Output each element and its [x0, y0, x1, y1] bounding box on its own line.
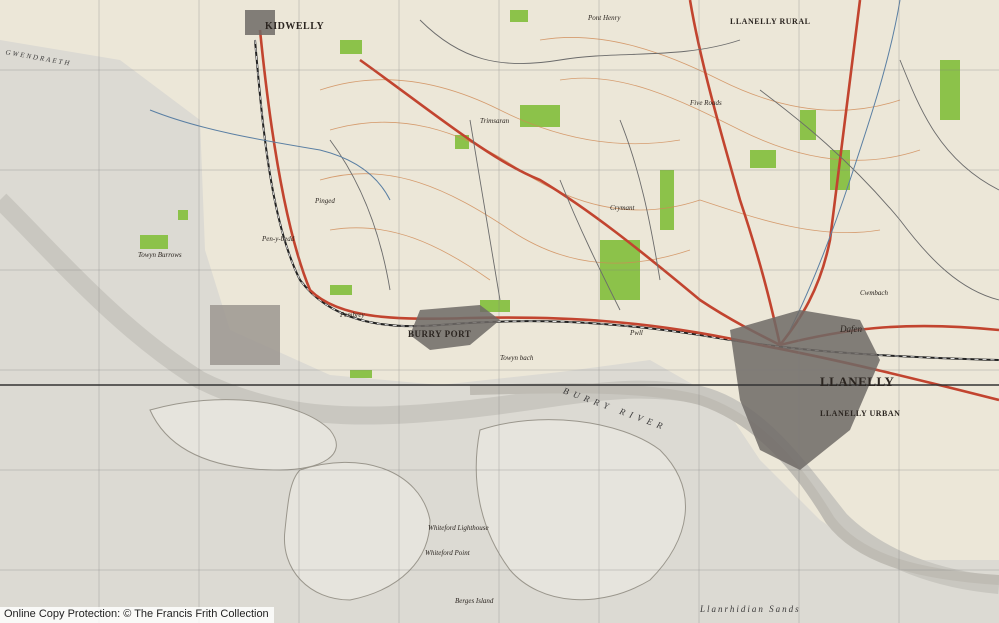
place-label: Five Roads — [690, 99, 722, 107]
place-label: LLANELLY RURAL — [730, 17, 811, 26]
place-label: KIDWELLY — [265, 21, 325, 32]
copyright-footer: Online Copy Protection: © The Francis Fr… — [0, 607, 274, 623]
place-label: Pembrey — [340, 311, 365, 319]
place-label: Pont Henry — [588, 14, 621, 22]
place-label: BURRY PORT — [408, 329, 472, 339]
water-label: Towyn bach — [500, 354, 534, 362]
water-label: Whiteford Point — [425, 549, 470, 557]
map-canvas — [0, 0, 999, 623]
place-label: LLANELLY URBAN — [820, 409, 901, 418]
water-label: Whiteford Lighthouse — [428, 524, 489, 532]
place-label: Cwmbach — [860, 289, 888, 297]
place-label: Crymant — [610, 204, 635, 212]
place-label: Pen-y-bedd — [262, 235, 295, 243]
water-label: Berges Island — [455, 597, 494, 605]
map-view[interactable]: KIDWELLY BURRY PORT LLANELLY LLANELLY UR… — [0, 0, 999, 623]
place-label: Trimsaran — [480, 117, 510, 125]
place-label: Pinged — [315, 197, 335, 205]
place-label: LLANELLY — [820, 374, 895, 389]
water-label: Llanrhidian Sands — [700, 604, 801, 614]
place-label: Pwll — [630, 329, 643, 337]
place-label: Towyn Burrows — [138, 251, 182, 259]
place-label: Dafen — [840, 324, 862, 334]
